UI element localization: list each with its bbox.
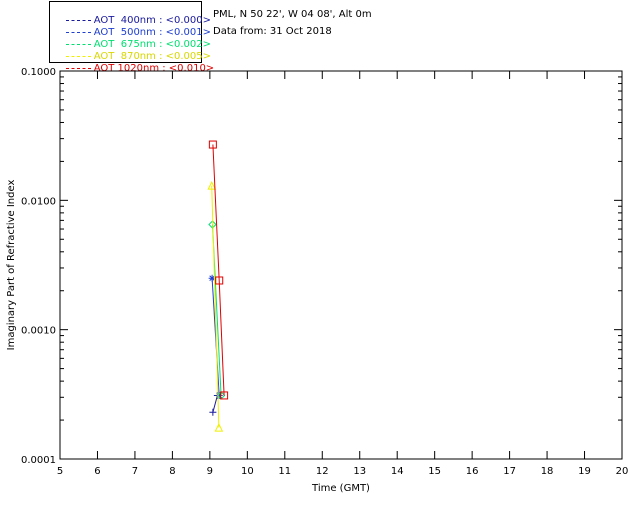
data-point-0-0 bbox=[209, 408, 217, 416]
y-axis-label: Imaginary Part of Refractive Index bbox=[6, 180, 17, 351]
refractive-index-chart: 5 6 7 8 9 10 11 12 13 14 15 16 17 18 19 20 0.0001 0.0010 0… bbox=[6, 67, 629, 494]
x-tick-label: 5 bbox=[57, 466, 63, 477]
y-tick-label: 0.0001 bbox=[21, 455, 56, 466]
x-tick-label: 18 bbox=[541, 466, 554, 477]
x-tick-label: 9 bbox=[207, 466, 213, 477]
x-tick-label: 8 bbox=[169, 466, 175, 477]
x-tick-label: 20 bbox=[616, 466, 629, 477]
x-tick-label: 10 bbox=[241, 466, 254, 477]
x-tick-label: 16 bbox=[466, 466, 479, 477]
series-line-3 bbox=[211, 185, 220, 428]
x-tick-label: 17 bbox=[503, 466, 516, 477]
x-tick-label: 7 bbox=[132, 466, 138, 477]
x-tick-label: 12 bbox=[316, 466, 329, 477]
y-tick-label: 0.1000 bbox=[21, 67, 56, 78]
series-line-0 bbox=[212, 395, 218, 413]
x-tick-label: 11 bbox=[278, 466, 291, 477]
x-axis-label: Time (GMT) bbox=[311, 483, 370, 494]
x-tick-label: 13 bbox=[353, 466, 366, 477]
x-tick-label: 19 bbox=[578, 466, 591, 477]
y-tick-label: 0.0100 bbox=[21, 196, 56, 207]
x-tick-label: 14 bbox=[391, 466, 404, 477]
y-tick-label: 0.0010 bbox=[21, 326, 56, 337]
x-tick-label: 15 bbox=[428, 466, 441, 477]
plot-frame bbox=[59, 70, 623, 460]
x-tick-label: 6 bbox=[94, 466, 100, 477]
